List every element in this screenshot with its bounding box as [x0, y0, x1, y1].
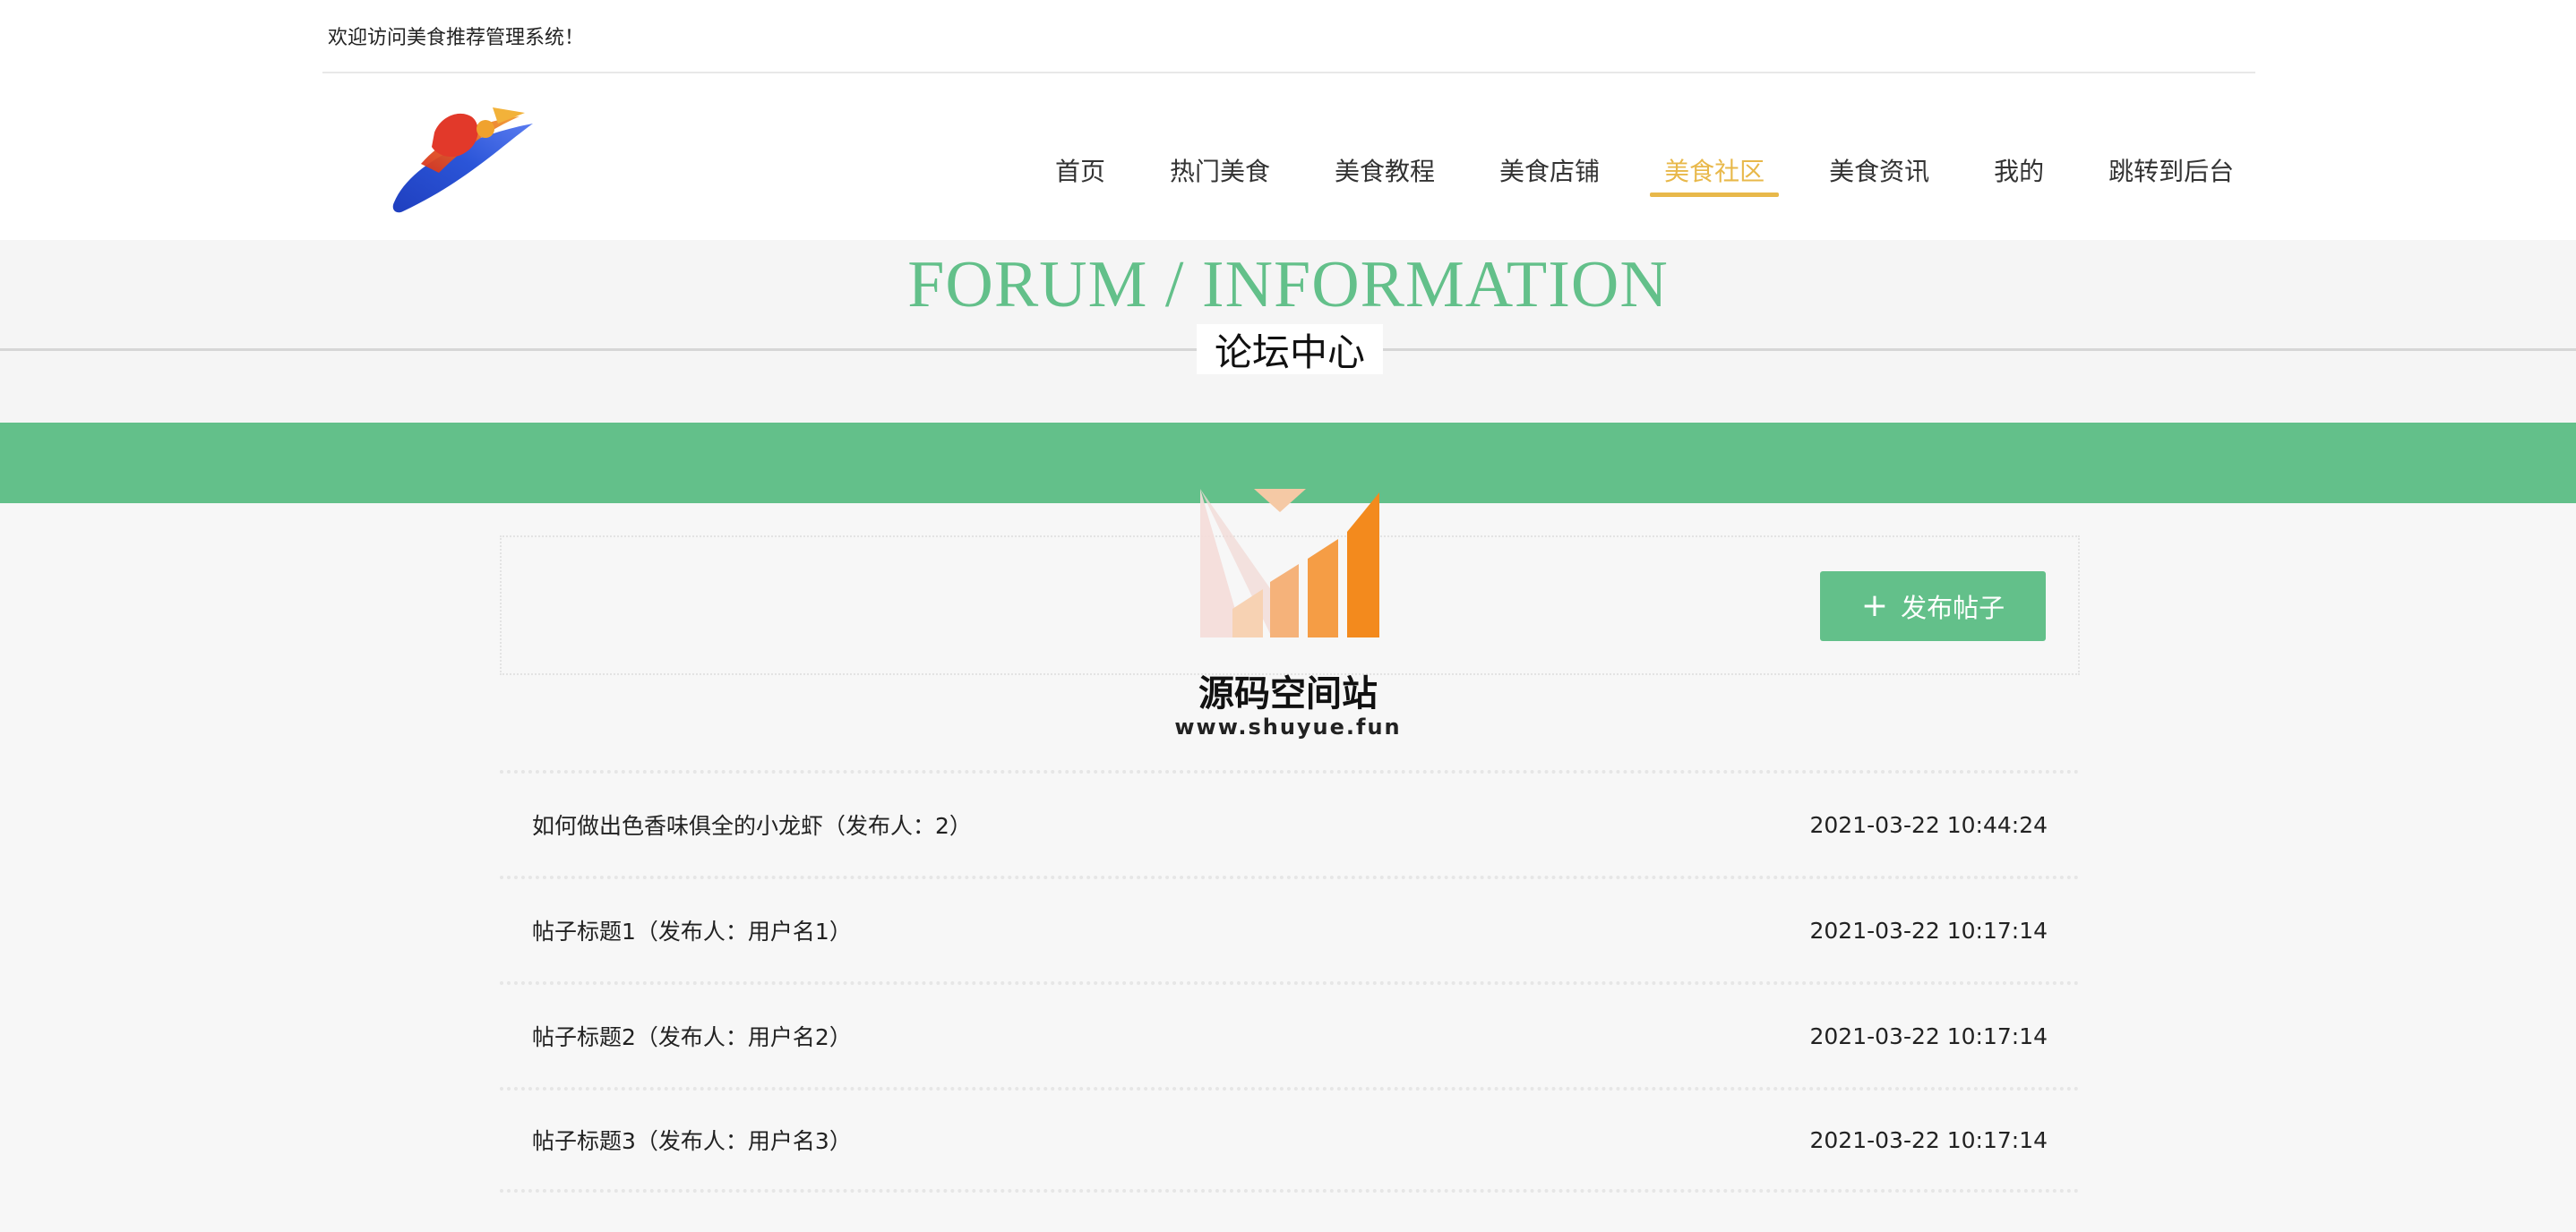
publish-post-button[interactable]: + 发布帖子: [1820, 571, 2046, 641]
nav-food-community[interactable]: 美食社区: [1648, 149, 1781, 201]
site-header: 欢迎访问美食推荐管理系统！ 首页 热门美食 美食教程 美食店铺 美食社区 美食资…: [0, 0, 2576, 240]
section-title-chinese: 论坛中心: [1214, 329, 1365, 374]
main-nav: 首页 热门美食 美食教程 美食店铺 美食社区 美食资讯 我的 跳转到后台: [1039, 149, 2282, 202]
header-divider: [322, 72, 2255, 73]
post-time: 2021-03-22 10:17:14: [1809, 1126, 2048, 1153]
nav-admin-link[interactable]: 跳转到后台: [2092, 149, 2250, 201]
watermark-title: 源码空间站: [1198, 673, 1378, 714]
post-title[interactable]: 帖子标题3（发布人：用户名3）: [532, 1124, 852, 1156]
nav-food-tutorials[interactable]: 美食教程: [1318, 149, 1451, 201]
site-logo[interactable]: [385, 97, 537, 218]
nav-home[interactable]: 首页: [1039, 149, 1121, 201]
post-time: 2021-03-22 10:17:14: [1809, 1022, 2048, 1049]
post-list: 如何做出色香味俱全的小龙虾（发布人：2） 2021-03-22 10:44:24…: [500, 770, 2080, 1193]
nav-food-shops[interactable]: 美食店铺: [1483, 149, 1616, 201]
welcome-text: 欢迎访问美食推荐管理系统！: [328, 27, 585, 49]
nav-food-news[interactable]: 美食资讯: [1813, 149, 1945, 201]
list-item[interactable]: 帖子标题1（发布人：用户名1） 2021-03-22 10:17:14: [500, 876, 2080, 981]
publish-post-label: 发布帖子: [1901, 593, 2005, 623]
nav-mine[interactable]: 我的: [1978, 149, 2060, 201]
list-item[interactable]: 帖子标题2（发布人：用户名2） 2021-03-22 10:17:14: [500, 981, 2080, 1087]
section-title-chinese-box: 论坛中心: [1197, 324, 1383, 374]
list-item[interactable]: 如何做出色香味俱全的小龙虾（发布人：2） 2021-03-22 10:44:24: [500, 770, 2080, 876]
plus-icon: +: [1860, 587, 1889, 624]
list-item[interactable]: 帖子标题3（发布人：用户名3） 2021-03-22 10:17:14: [500, 1087, 2080, 1193]
nav-hot-food[interactable]: 热门美食: [1154, 149, 1286, 201]
section-title-english: FORUM / INFORMATION: [907, 248, 1669, 321]
post-time: 2021-03-22 10:44:24: [1809, 811, 2048, 838]
watermark-url: www.shuyue.fun: [1174, 714, 1402, 740]
post-title[interactable]: 帖子标题2（发布人：用户名2）: [532, 1020, 852, 1052]
post-time: 2021-03-22 10:17:14: [1809, 917, 2048, 944]
post-title[interactable]: 如何做出色香味俱全的小龙虾（发布人：2）: [532, 808, 972, 841]
post-title[interactable]: 帖子标题1（发布人：用户名1）: [532, 914, 852, 946]
